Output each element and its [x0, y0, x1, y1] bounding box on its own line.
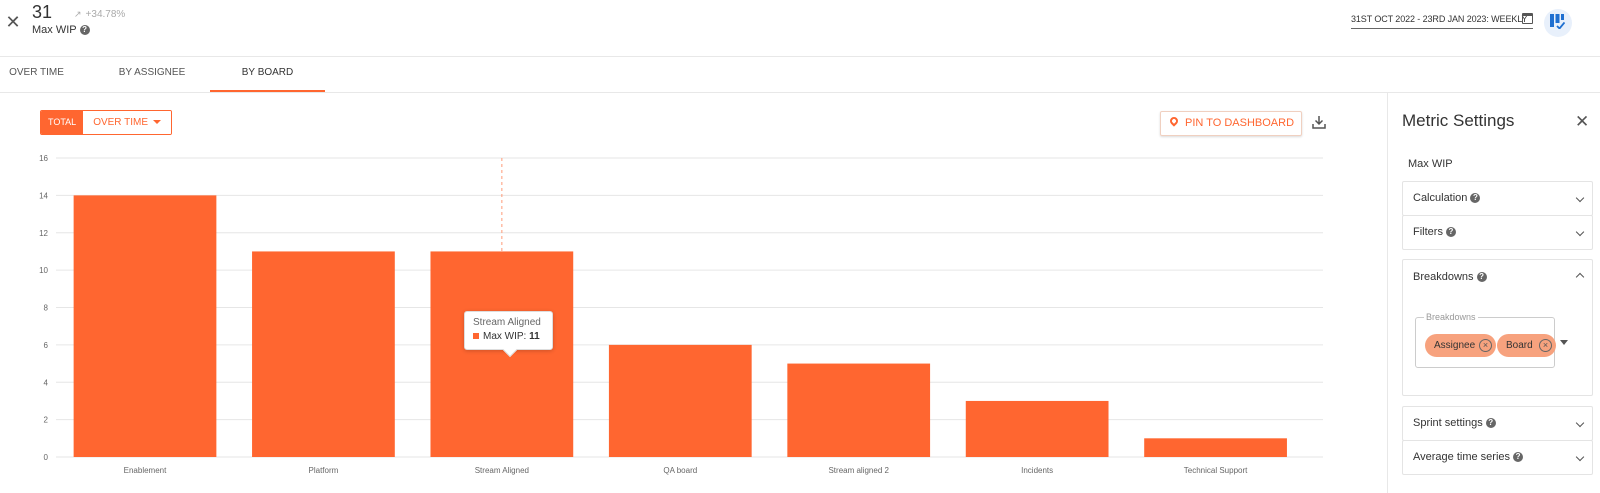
chevron-down-icon: [1575, 193, 1585, 203]
mode-toggle: TOTAL OVER TIME: [40, 110, 173, 135]
chip-remove-icon[interactable]: ×: [1479, 339, 1492, 352]
metric-name: Max WIP?: [32, 24, 90, 36]
tooltip-value: 11: [529, 331, 540, 342]
bar: [1144, 438, 1287, 457]
y-tick-label: 4: [44, 378, 49, 387]
chevron-down-icon: [1575, 418, 1585, 428]
sprint-settings-accordion[interactable]: Sprint settings?: [1402, 406, 1593, 441]
filters-accordion[interactable]: Filters?: [1402, 215, 1593, 250]
help-icon[interactable]: ?: [1485, 418, 1496, 429]
sprint-settings-label: Sprint settings: [1413, 417, 1483, 429]
chip-label: Board: [1506, 340, 1533, 351]
breakdowns-section: Breakdowns? Breakdowns Assignee × Board …: [1402, 259, 1593, 396]
help-icon[interactable]: ?: [1470, 193, 1481, 204]
x-tick-label: Technical Support: [1184, 466, 1248, 475]
bar: [965, 400, 1109, 457]
chip-board: Board ×: [1497, 334, 1556, 357]
y-tick-label: 0: [44, 453, 49, 462]
help-icon[interactable]: ?: [1476, 272, 1487, 283]
chip-remove-icon[interactable]: ×: [1539, 339, 1552, 352]
average-time-series-label: Average time series: [1413, 451, 1511, 463]
avatar[interactable]: [1544, 9, 1572, 37]
chart-tooltip: Stream Aligned Max WIP: 11: [464, 311, 553, 358]
panel-close-icon[interactable]: ✕: [1575, 112, 1589, 132]
pin-to-dashboard-button[interactable]: PIN TO DASHBOARD: [1160, 111, 1302, 136]
metric-name-label: Max WIP: [32, 24, 77, 36]
chip-assignee: Assignee ×: [1425, 334, 1496, 357]
breakdowns-field-label: Breakdowns: [1424, 312, 1478, 322]
panel-metric-name: Max WIP: [1408, 158, 1453, 170]
chip-label: Assignee: [1434, 340, 1476, 351]
header: ✕ 31 ↗ +34.78% Max WIP? 31ST OCT 2022 - 2…: [0, 0, 1600, 57]
pin-icon: [1168, 115, 1180, 127]
tab-by-assignee[interactable]: BY ASSIGNEE: [102, 57, 202, 92]
breakdowns-select[interactable]: Breakdowns Assignee × Board ×: [1415, 312, 1556, 368]
chevron-up-icon[interactable]: [1575, 272, 1585, 282]
board-check-icon: [1550, 14, 1565, 29]
x-tick-label: Stream aligned 2: [828, 466, 889, 475]
help-icon[interactable]: ?: [79, 25, 90, 36]
trend-up-icon: ↗: [74, 9, 82, 19]
tooltip-title: Stream Aligned: [473, 317, 541, 328]
x-tick-label: Platform: [309, 466, 339, 475]
date-range-picker[interactable]: 31ST OCT 2022 - 23RD JAN 2023: WEEKLY: [1351, 14, 1533, 29]
calculation-accordion[interactable]: Calculation?: [1402, 181, 1593, 216]
close-icon[interactable]: ✕: [4, 13, 22, 31]
breakdowns-header[interactable]: Breakdowns?: [1413, 267, 1487, 287]
filters-label: Filters: [1413, 226, 1443, 238]
caret-down-icon: [153, 120, 162, 125]
caret-down-icon[interactable]: [1560, 340, 1568, 345]
bar: [252, 251, 395, 457]
download-icon[interactable]: [1311, 114, 1327, 130]
tab-by-board[interactable]: BY BOARD: [210, 57, 325, 92]
bar-chart: 0 2 4 6 8 10 12 14 16 Enablement Platform Stream Al…: [39, 154, 1323, 475]
bar: [430, 251, 574, 457]
x-tick-label: QA board: [663, 466, 697, 475]
tooltip-series-label: Max WIP:: [483, 331, 530, 342]
y-tick-label: 16: [39, 154, 48, 163]
total-button[interactable]: TOTAL: [41, 111, 84, 134]
chevron-down-icon: [1575, 227, 1585, 237]
tooltip-swatch: [473, 333, 479, 340]
x-tick-label: Enablement: [124, 466, 167, 475]
help-icon[interactable]: ?: [1513, 452, 1524, 463]
bar: [73, 195, 217, 457]
metric-settings-panel: Metric Settings ✕ Max WIP Calculation? F…: [1387, 93, 1600, 493]
trend-value: +34.78%: [85, 9, 126, 20]
over-time-dropdown[interactable]: OVER TIME: [83, 111, 172, 134]
breakdowns-label: Breakdowns: [1413, 271, 1474, 283]
chevron-down-icon: [1575, 452, 1585, 462]
tooltip-series: Max WIP: 11: [473, 331, 544, 342]
bar: [787, 363, 931, 457]
y-tick-label: 2: [44, 416, 49, 425]
y-tick-label: 6: [44, 341, 49, 350]
panel-title: Metric Settings: [1402, 111, 1515, 130]
calendar-icon[interactable]: [1522, 13, 1533, 24]
trend: ↗ +34.78%: [74, 9, 125, 20]
y-tick-label: 14: [39, 191, 48, 200]
pin-label: PIN TO DASHBOARD: [1185, 117, 1295, 129]
x-tick-label: Stream Aligned: [475, 466, 529, 475]
x-tick-label: Incidents: [1021, 466, 1053, 475]
metric-value: 31: [32, 2, 53, 22]
y-tick-label: 12: [39, 229, 48, 238]
y-tick-label: 8: [44, 304, 49, 313]
y-tick-label: 10: [39, 266, 48, 275]
help-icon[interactable]: ?: [1445, 227, 1456, 238]
tab-over-time[interactable]: OVER TIME: [0, 57, 73, 92]
bar: [608, 344, 752, 457]
average-time-series-accordion[interactable]: Average time series?: [1402, 440, 1593, 475]
over-time-label: OVER TIME: [93, 117, 149, 128]
tab-bar: OVER TIME BY ASSIGNEE BY BOARD: [0, 57, 1600, 93]
calculation-label: Calculation: [1413, 192, 1468, 204]
